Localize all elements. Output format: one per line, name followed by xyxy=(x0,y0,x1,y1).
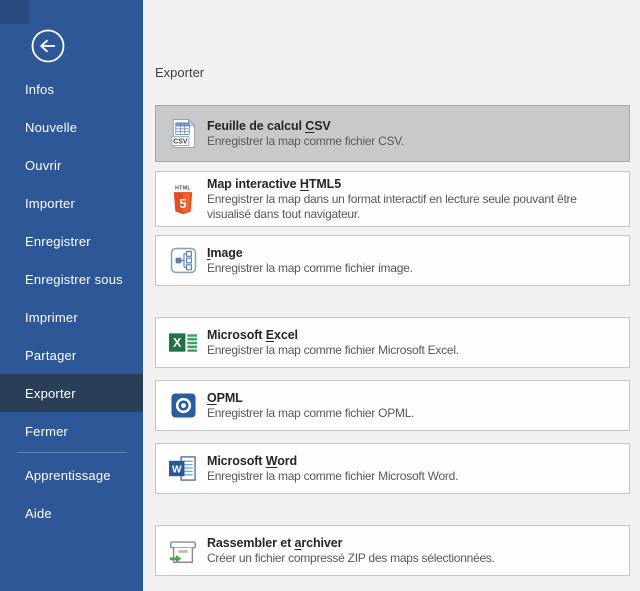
sidebar-item-label: Aide xyxy=(25,506,52,521)
sidebar-item-partager[interactable]: Partager xyxy=(0,336,143,374)
sidebar-item-label: Enregistrer sous xyxy=(25,272,123,287)
export-option-image[interactable]: Image Enregistrer la map comme fichier i… xyxy=(155,235,630,286)
sidebar-item-label: Ouvrir xyxy=(25,158,62,173)
sidebar-item-apprentissage[interactable]: Apprentissage xyxy=(0,456,143,494)
sidebar-item-infos[interactable]: Infos xyxy=(0,70,143,108)
sidebar-item-label: Imprimer xyxy=(25,310,78,325)
sidebar-item-exporter[interactable]: Exporter xyxy=(0,374,143,412)
option-description: Enregistrer la map comme fichier Microso… xyxy=(207,469,458,484)
csv-spreadsheet-icon: CSV xyxy=(168,118,198,149)
export-option-excel[interactable]: X Microsoft Excel Enregistrer la map com… xyxy=(155,317,630,368)
html5-icon: HTML 5 xyxy=(168,183,198,216)
svg-text:X: X xyxy=(173,336,182,350)
svg-text:HTML: HTML xyxy=(175,185,191,191)
svg-text:5: 5 xyxy=(180,196,187,210)
option-title: Image xyxy=(207,245,413,261)
back-arrow-icon xyxy=(26,24,70,68)
option-title: OPML xyxy=(207,390,414,406)
sidebar-item-enregistrer[interactable]: Enregistrer xyxy=(0,222,143,260)
backstage-view: Infos Nouvelle Ouvrir Importer Enregistr… xyxy=(0,0,640,591)
option-description: Enregistrer la map dans un format intera… xyxy=(207,192,619,222)
sidebar-divider xyxy=(17,452,127,453)
sidebar-item-label: Exporter xyxy=(25,386,76,401)
export-option-opml[interactable]: OPML Enregistrer la map comme fichier OP… xyxy=(155,380,630,431)
sidebar-item-label: Importer xyxy=(25,196,75,211)
option-description: Enregistrer la map comme fichier CSV. xyxy=(207,134,404,149)
sidebar-item-label: Fermer xyxy=(25,424,68,439)
svg-text:W: W xyxy=(172,465,182,476)
export-option-pack-and-go[interactable]: Rassembler et archiver Créer un fichier … xyxy=(155,525,630,576)
sidebar-item-importer[interactable]: Importer xyxy=(0,184,143,222)
sidebar: Infos Nouvelle Ouvrir Importer Enregistr… xyxy=(0,0,143,591)
option-title: Feuille de calcul CSV xyxy=(207,118,404,134)
sidebar-item-label: Nouvelle xyxy=(25,120,77,135)
opml-icon xyxy=(168,393,198,418)
sidebar-item-label: Partager xyxy=(25,348,76,363)
page-title: Exporter xyxy=(155,66,640,79)
option-description: Créer un fichier compressé ZIP des maps … xyxy=(207,551,495,566)
sidebar-item-fermer[interactable]: Fermer xyxy=(0,412,143,450)
corner-block xyxy=(0,0,29,24)
sidebar-item-label: Infos xyxy=(25,82,54,97)
sidebar-item-label: Apprentissage xyxy=(25,468,111,483)
option-title: Microsoft Excel xyxy=(207,327,459,343)
sidebar-item-enregistrer-sous[interactable]: Enregistrer sous xyxy=(0,260,143,298)
option-title: Map interactive HTML5 xyxy=(207,176,619,192)
export-option-csv[interactable]: CSV Feuille de calcul CSV Enregistrer la… xyxy=(155,105,630,162)
archive-icon xyxy=(168,536,198,566)
option-title: Rassembler et archiver xyxy=(207,535,495,551)
sidebar-nav: Infos Nouvelle Ouvrir Importer Enregistr… xyxy=(0,70,143,532)
option-description: Enregistrer la map comme fichier OPML. xyxy=(207,406,414,421)
sidebar-item-nouvelle[interactable]: Nouvelle xyxy=(0,108,143,146)
back-button[interactable] xyxy=(26,24,70,68)
excel-icon: X xyxy=(168,329,198,356)
option-description: Enregistrer la map comme fichier Microso… xyxy=(207,343,459,358)
sidebar-item-imprimer[interactable]: Imprimer xyxy=(0,298,143,336)
export-option-html5[interactable]: HTML 5 Map interactive HTML5 Enregistrer… xyxy=(155,171,630,227)
sidebar-item-ouvrir[interactable]: Ouvrir xyxy=(0,146,143,184)
image-map-icon xyxy=(168,247,198,274)
sidebar-item-label: Enregistrer xyxy=(25,234,91,249)
option-description: Enregistrer la map comme fichier image. xyxy=(207,261,413,276)
option-title: Microsoft Word xyxy=(207,453,458,469)
export-panel: Exporter CSV Feuille de calcul CS xyxy=(143,0,640,591)
sidebar-item-aide[interactable]: Aide xyxy=(0,494,143,532)
word-icon: W xyxy=(168,455,198,482)
export-option-word[interactable]: W Microsoft Word Enregistrer la map comm… xyxy=(155,443,630,494)
svg-text:CSV: CSV xyxy=(173,139,188,146)
